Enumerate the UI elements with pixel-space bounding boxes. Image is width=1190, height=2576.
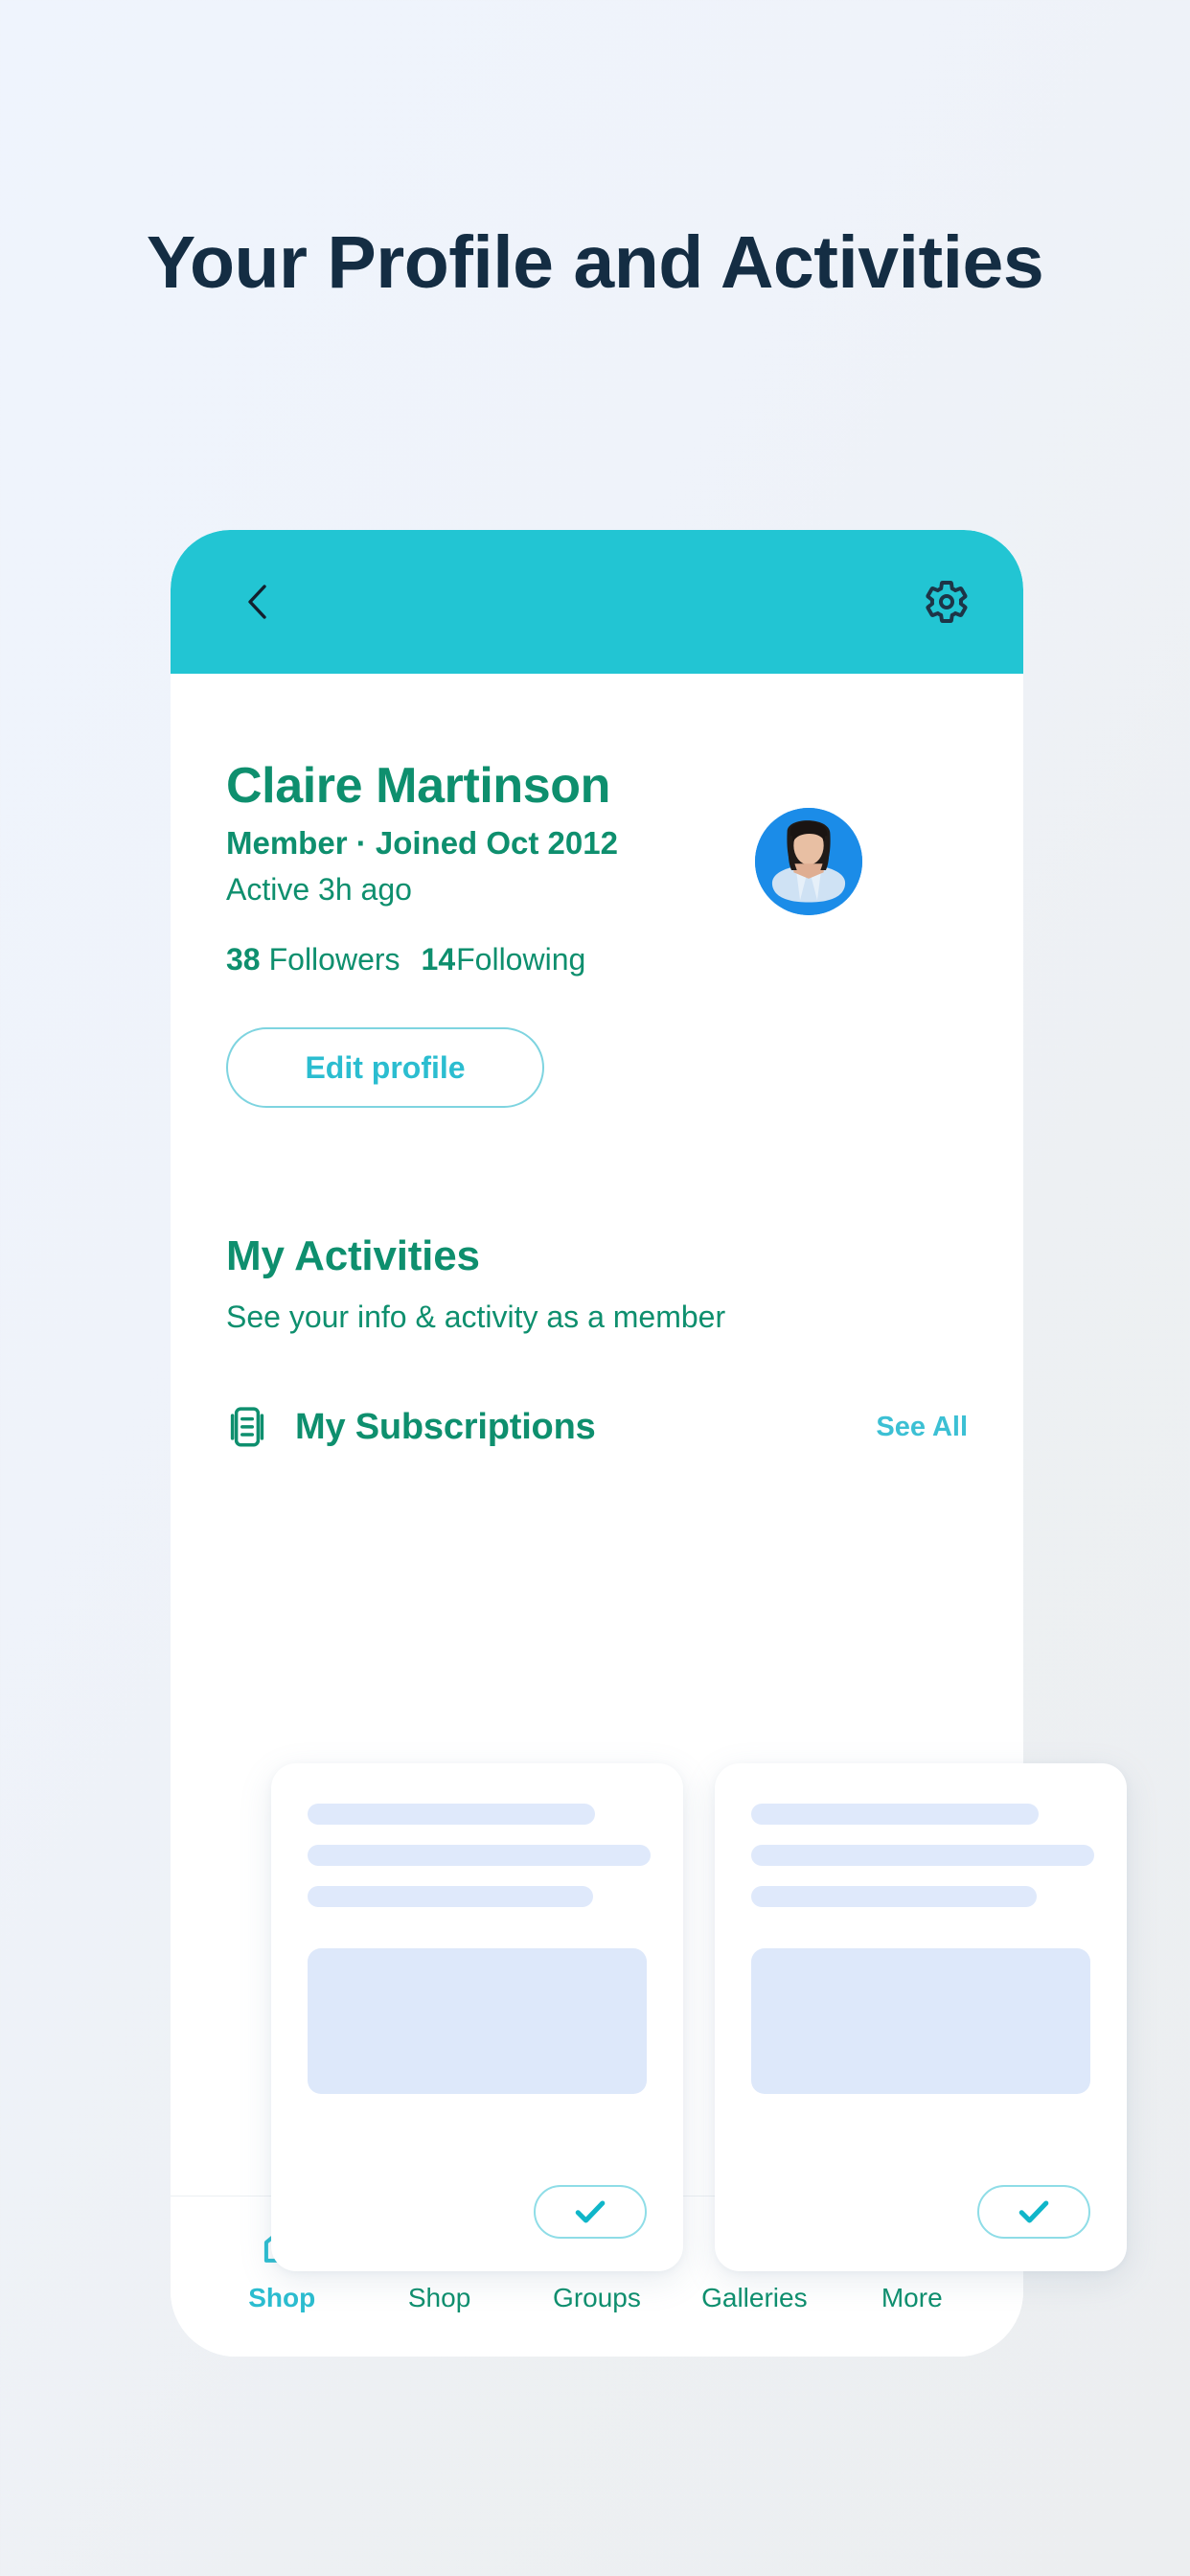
app-header [171,530,1023,674]
chevron-left-icon[interactable] [238,583,276,621]
followers-count: 38 [226,942,261,977]
my-subscriptions-row: My Subscriptions See All [226,1404,968,1450]
following-label: Following [456,942,586,977]
nav-label: Shop [407,2283,471,2312]
nav-label: Groups [553,2283,641,2312]
skeleton-image-block [751,1948,1090,2094]
avatar [755,808,862,915]
skeleton-line [751,1886,1037,1907]
skeleton-line [751,1804,1039,1825]
my-subscriptions-title: My Subscriptions [295,1406,596,1447]
see-all-link[interactable]: See All [876,1412,968,1443]
nav-label: Galleries [701,2283,808,2312]
profile-last-active: Active 3h ago [226,871,412,907]
following-stat[interactable]: 14 Following [422,942,586,978]
my-activities-subtitle: See your info & activity as a member [226,1300,726,1334]
edit-profile-button[interactable]: Edit profile [226,1027,544,1108]
gear-icon[interactable] [920,575,973,629]
skeleton-image-block [308,1948,647,2094]
check-icon[interactable] [534,2185,647,2239]
profile-name: Claire Martinson [226,758,611,814]
check-icon[interactable] [977,2185,1090,2239]
profile-text-block: Claire Martinson Member · Joined Oct 201… [226,758,755,908]
profile-membership: Member · Joined Oct 2012 [226,825,618,862]
profile-stats: 38 Followers 14 Following [226,942,968,978]
nav-label: Shop [248,2283,316,2312]
document-list-icon [226,1404,268,1450]
following-count: 14 [421,942,456,977]
followers-label: Followers [268,942,400,977]
profile-summary: Claire Martinson Member · Joined Oct 201… [226,674,968,915]
my-activities-title: My Activities [226,1232,480,1279]
subscription-card[interactable] [271,1763,683,2271]
skeleton-line [751,1845,1094,1866]
page-title: Your Profile and Activities [146,221,1044,304]
skeleton-line [308,1845,651,1866]
skeleton-line [308,1804,595,1825]
skeleton-line [308,1886,593,1907]
nav-label: More [881,2283,943,2312]
subscription-card[interactable] [715,1763,1127,2271]
subscription-cards-carousel [271,1763,1190,2300]
followers-stat[interactable]: 38 Followers [226,942,400,978]
